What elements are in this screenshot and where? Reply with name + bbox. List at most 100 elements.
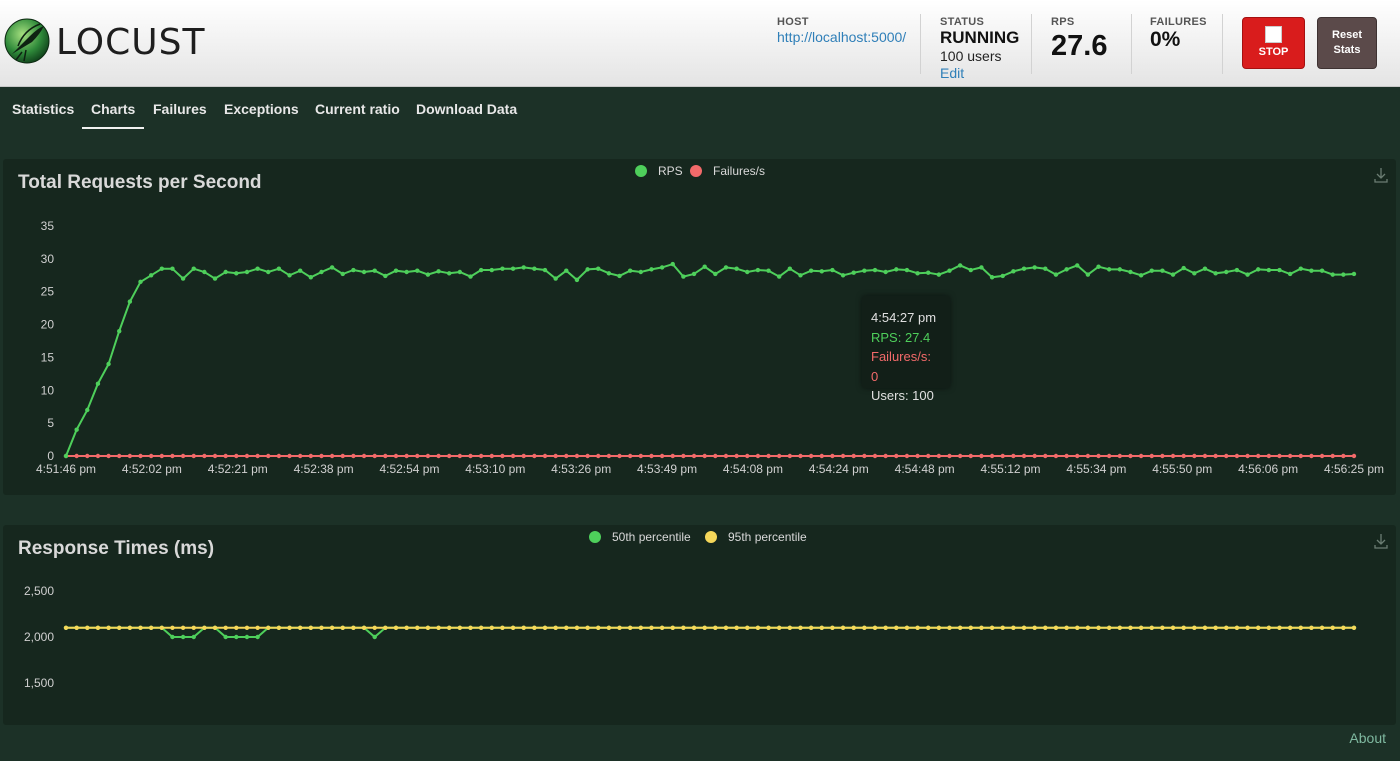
y-tick-label: 30 [41,252,55,266]
failures-point [638,453,644,459]
legend-p50[interactable]: 50th percentile [612,530,691,544]
tab-exceptions[interactable]: Exceptions [224,101,299,117]
rps-point [1309,268,1314,273]
rps-point [1096,264,1101,269]
p95-point [1021,625,1027,630]
p95-point [255,625,260,630]
rps-point [351,267,356,273]
failures-point [106,453,111,459]
p95-point [148,625,154,630]
p95-point [1234,625,1240,630]
p50-point [170,634,175,640]
failures-point [148,453,154,459]
rps-point [574,277,580,283]
legend-failures[interactable]: Failures/s [713,164,765,178]
p95-point [287,625,292,630]
rps-point [691,271,697,277]
p50-point [223,634,228,640]
p95-point [117,625,122,630]
p95-point [957,625,963,630]
rps-point [276,266,282,271]
failures-point [1330,453,1335,459]
failures-point [244,453,250,459]
p95-point [1245,625,1250,630]
rps-point [713,271,718,277]
failures-point [989,453,995,459]
legend-rps[interactable]: RPS [658,164,683,178]
about-link[interactable]: About [1349,730,1386,746]
p95-point [510,625,516,630]
p95-point [1128,625,1133,630]
p95-point [1032,625,1037,630]
rps-point [510,266,516,271]
p95-point [638,625,644,630]
edit-users-link[interactable]: Edit [940,65,1019,81]
failures-point [202,453,207,459]
failures-point [1309,453,1314,459]
tab-failures[interactable]: Failures [153,101,207,117]
host-block: HOST http://localhost:5000/ [777,16,906,45]
rps-point [148,273,154,278]
rps-point [915,271,920,276]
rps-series-line [65,262,1355,457]
legend-p95[interactable]: 95th percentile [728,530,807,544]
host-link[interactable]: http://localhost:5000/ [777,29,906,45]
rps-value: 27.6 [1051,30,1108,62]
p95-point [627,625,633,630]
rps-point [564,268,569,273]
rps-point [127,299,133,304]
tab-charts[interactable]: Charts [91,101,135,117]
rps-point [872,267,878,273]
p95-point [883,625,888,630]
rps-point [1000,273,1005,279]
p95-point [436,625,441,630]
p95-point [659,625,665,630]
failures-point [1245,453,1250,459]
rps-point [329,265,335,270]
rps-point [319,269,324,275]
failures-point [872,453,878,459]
rps-point [415,268,420,273]
failures-point [1021,453,1027,459]
p95-point [1298,625,1303,630]
failures-point [436,453,441,459]
failures-point [1287,453,1293,459]
p95-point [968,625,973,630]
p95-point [1064,625,1069,630]
tab-statistics[interactable]: Statistics [12,101,74,117]
stop-button[interactable]: STOP [1242,17,1305,69]
status-block: STATUS RUNNING 100 users Edit [940,16,1019,81]
p95-point [872,625,878,630]
failures-point [223,453,228,459]
rps-point [1213,271,1218,276]
download-icon[interactable] [1374,167,1388,183]
failures-point [1255,453,1261,459]
p95-point [1202,625,1208,630]
failures-point [351,453,356,459]
tab-current-ratio[interactable]: Current ratio [315,101,400,117]
p95-point [1096,625,1101,630]
failures-point [606,453,612,459]
failures-point [489,453,494,459]
p95-point [1277,625,1282,630]
failures-point [1170,453,1176,459]
tab-download-data[interactable]: Download Data [416,101,517,117]
download-icon[interactable] [1374,533,1388,549]
x-tick-label: 4:55:34 pm [1066,462,1126,476]
p95-point [425,625,431,630]
rps-point [1075,263,1080,268]
status-label: STATUS [940,16,985,28]
p95-point [159,625,165,630]
rps-point [1170,272,1176,277]
p95-point [585,625,590,630]
failures-point [787,453,793,459]
rps-point [1085,272,1091,277]
x-tick-label: 4:51:46 pm [36,462,96,476]
failures-point [808,453,814,459]
reset-stats-button[interactable]: Reset Stats [1317,17,1377,69]
rps-point [308,275,314,280]
failures-point [1096,453,1101,459]
failures-point [1319,453,1325,459]
failures-point [734,453,739,459]
p95-point [127,625,133,630]
